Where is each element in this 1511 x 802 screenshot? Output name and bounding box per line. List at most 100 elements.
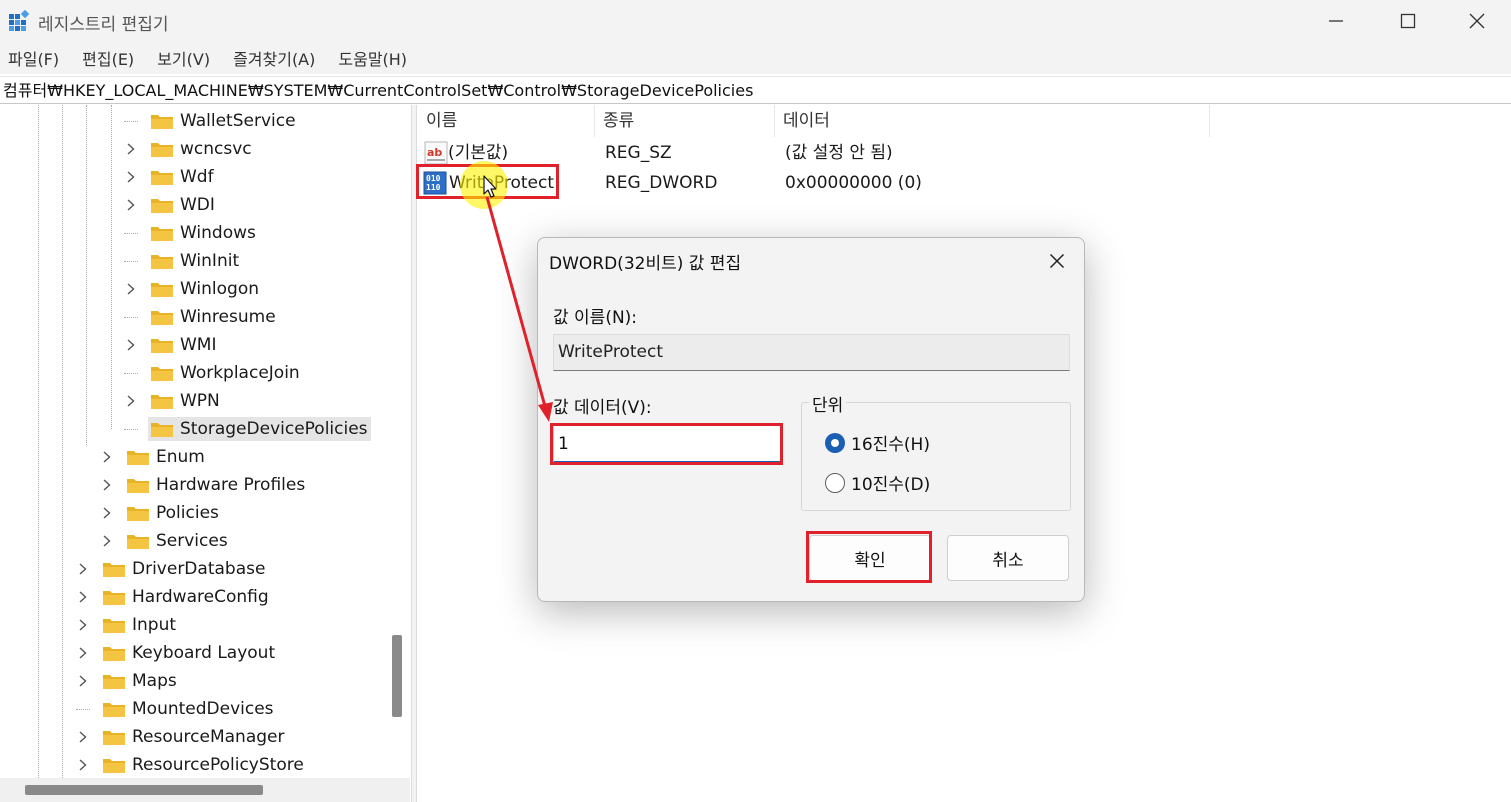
pane-splitter[interactable] xyxy=(411,105,417,802)
tree-item[interactable]: Winlogon xyxy=(124,275,262,303)
tree-item[interactable]: Services xyxy=(100,527,231,555)
chevron-right-icon[interactable] xyxy=(76,758,90,772)
key-tree[interactable]: WalletService wcncsvc Wdf WDI Windows WinInit… xyxy=(0,105,410,802)
column-header-data[interactable]: 데이터 xyxy=(775,105,1210,137)
tree-item[interactable]: WalletService xyxy=(124,107,299,135)
tree-horizontal-scrollbar[interactable] xyxy=(25,785,263,795)
menu-help[interactable]: 도움말(H) xyxy=(338,46,407,70)
tree-item[interactable]: WorkplaceJoin xyxy=(124,359,303,387)
tree-connector xyxy=(124,372,138,374)
tree-item-content: WinInit xyxy=(148,249,242,273)
tree-item[interactable]: Input xyxy=(76,611,179,639)
chevron-right-icon[interactable] xyxy=(76,590,90,604)
tree-item[interactable]: wcncsvc xyxy=(124,135,255,163)
tree-item[interactable]: WinInit xyxy=(124,247,242,275)
tree-item-content: Input xyxy=(100,613,179,637)
cancel-button[interactable]: 취소 xyxy=(947,535,1069,581)
chevron-right-icon[interactable] xyxy=(124,338,138,352)
tree-item[interactable]: Policies xyxy=(100,499,222,527)
chevron-right-icon[interactable] xyxy=(100,478,114,492)
maximize-icon xyxy=(1400,13,1416,29)
chevron-right-icon[interactable] xyxy=(100,534,114,548)
maximize-button[interactable] xyxy=(1373,0,1443,42)
tree-item[interactable]: Windows xyxy=(124,219,259,247)
tree-item-content: Windows xyxy=(148,221,259,245)
folder-icon xyxy=(151,115,173,129)
tree-item-label: Wdf xyxy=(180,167,214,187)
tree-item-content: Hardware Profiles xyxy=(124,473,308,497)
chevron-right-icon[interactable] xyxy=(76,618,90,632)
value-type: REG_DWORD xyxy=(605,173,718,193)
tree-item[interactable]: DriverDatabase xyxy=(76,555,268,583)
tree-item[interactable]: MountedDevices xyxy=(76,695,277,723)
base-label: 단위 xyxy=(809,391,847,416)
value-name-field[interactable]: WriteProtect xyxy=(553,334,1070,371)
tree-connector xyxy=(124,232,138,234)
tree-item-label: Hardware Profiles xyxy=(156,475,306,495)
chevron-right-icon[interactable] xyxy=(76,674,90,688)
chevron-right-icon[interactable] xyxy=(76,646,90,660)
chevron-right-icon[interactable] xyxy=(124,170,138,184)
tree-item[interactable]: StorageDevicePolicies xyxy=(124,415,371,443)
radio-unselected-icon xyxy=(825,472,845,493)
highlight-writeprotect xyxy=(416,164,559,199)
tree-item-label: ResourcePolicyStore xyxy=(132,755,304,775)
tree-item-content: Winlogon xyxy=(148,277,262,301)
folder-icon xyxy=(127,535,149,549)
tree-item[interactable]: Hardware Profiles xyxy=(100,471,308,499)
menu-favorites[interactable]: 즐겨찾기(A) xyxy=(233,46,315,70)
tree-item[interactable]: Maps xyxy=(76,667,180,695)
tree-connector xyxy=(124,428,138,430)
chevron-right-icon[interactable] xyxy=(124,198,138,212)
tree-item[interactable]: ResourcePolicyStore xyxy=(76,751,307,779)
chevron-right-icon[interactable] xyxy=(124,394,138,408)
tree-item-content: Enum xyxy=(124,445,208,469)
column-header-name[interactable]: 이름 xyxy=(418,105,595,137)
chevron-right-icon[interactable] xyxy=(124,142,138,156)
tree-item[interactable]: WDI xyxy=(124,191,218,219)
tree-item[interactable]: Wdf xyxy=(124,163,217,191)
chevron-right-icon[interactable] xyxy=(100,506,114,520)
tree-item-label: ResourceManager xyxy=(132,727,285,747)
tree-item[interactable]: Winresume xyxy=(124,303,279,331)
folder-icon xyxy=(151,255,173,269)
tree-item[interactable]: HardwareConfig xyxy=(76,583,272,611)
tree-item-content: wcncsvc xyxy=(148,137,255,161)
tree-item-label: Policies xyxy=(156,503,219,523)
tree-item-label: Windows xyxy=(180,223,256,243)
menu-view[interactable]: 보기(V) xyxy=(157,46,210,70)
hex-radio-label: 16진수(H) xyxy=(851,435,930,455)
folder-icon xyxy=(151,339,173,353)
dialog-title: DWORD(32비트) 값 편집 xyxy=(549,254,742,274)
tree-item-content: Winresume xyxy=(148,305,279,329)
tree-item[interactable]: Enum xyxy=(100,443,208,471)
tree-item[interactable]: Keyboard Layout xyxy=(76,639,278,667)
menu-edit[interactable]: 편집(E) xyxy=(82,46,134,70)
address-bar[interactable]: 컴퓨터₩HKEY_LOCAL_MACHINE₩SYSTEM₩CurrentCon… xyxy=(0,76,1511,104)
tree-item-content: Wdf xyxy=(148,165,217,189)
tree-item[interactable]: WPN xyxy=(124,387,223,415)
tree-item-label: MountedDevices xyxy=(132,699,274,719)
chevron-right-icon[interactable] xyxy=(76,562,90,576)
tree-item[interactable]: WMI xyxy=(124,331,220,359)
value-name-label: 값 이름(N): xyxy=(553,308,638,328)
chevron-right-icon[interactable] xyxy=(100,450,114,464)
folder-icon xyxy=(103,647,125,661)
chevron-right-icon[interactable] xyxy=(76,730,90,744)
chevron-right-icon[interactable] xyxy=(124,282,138,296)
column-header-type[interactable]: 종류 xyxy=(595,105,775,137)
tree-vertical-scrollbar[interactable] xyxy=(392,635,402,717)
tree-item-label: DriverDatabase xyxy=(132,559,266,579)
menu-file[interactable]: 파일(F) xyxy=(8,46,59,70)
tree-item-content: WalletService xyxy=(148,109,299,133)
minimize-button[interactable] xyxy=(1301,0,1371,42)
close-window-button[interactable] xyxy=(1442,0,1511,42)
hex-radio[interactable]: 16진수(H) xyxy=(825,430,930,455)
tree-item-content: HardwareConfig xyxy=(100,585,272,609)
tree-item[interactable]: ResourceManager xyxy=(76,723,287,751)
decimal-radio[interactable]: 10진수(D) xyxy=(825,470,930,495)
value-data: 0x00000000 (0) xyxy=(785,173,922,193)
folder-icon xyxy=(151,367,173,381)
tree-item-content: Keyboard Layout xyxy=(100,641,278,665)
dialog-close-button[interactable] xyxy=(1044,248,1070,274)
